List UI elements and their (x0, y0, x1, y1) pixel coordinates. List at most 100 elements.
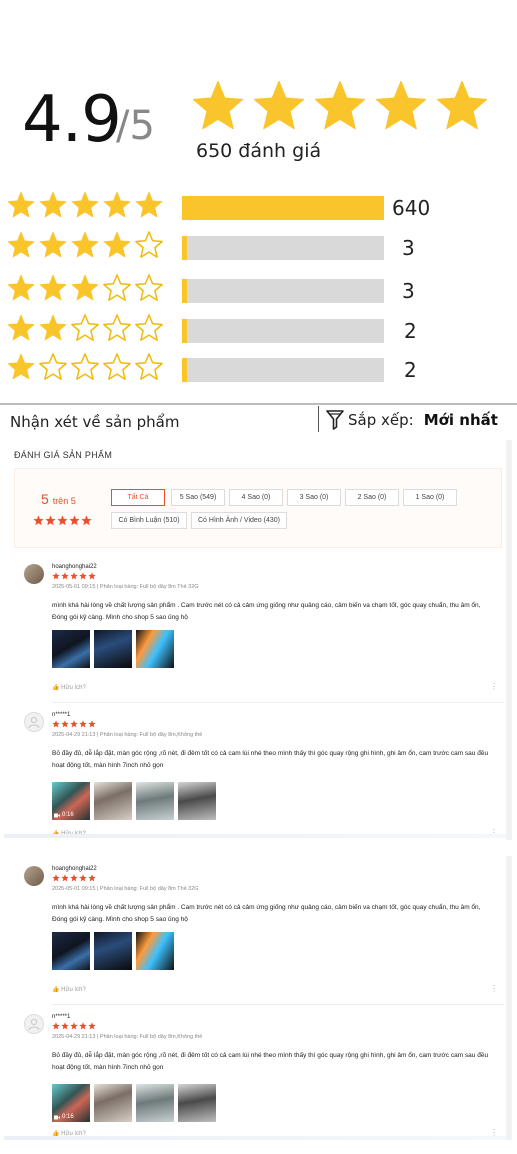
review-photo[interactable] (94, 782, 132, 820)
review-meta: 2025-04-29 21:13 | Phân loại hàng: Full … (52, 732, 203, 738)
review-text: mình khá hài lòng về chất lượng sản phẩm… (52, 904, 481, 923)
star-filled-icon (69, 515, 80, 526)
star-filled-icon (436, 80, 488, 130)
star-filled-icon (61, 720, 69, 728)
distribution-bar-fill (182, 279, 187, 303)
screenshot-edge (506, 856, 512, 1140)
star-empty-icon (135, 274, 163, 301)
star-empty-icon (135, 353, 163, 380)
star-filled-icon (71, 191, 99, 218)
star-filled-icon (79, 874, 87, 882)
review-item: n*****1 2025-04-29 21:13 | Phân loại hàn… (14, 1014, 504, 1140)
star-filled-icon (39, 314, 67, 341)
review-media: 0:16 (52, 782, 216, 820)
filter-with-comment[interactable]: Có Bình Luận (510) (111, 512, 187, 529)
reviewer-name: n*****1 (52, 712, 71, 718)
star-filled-icon (45, 515, 56, 526)
star-filled-icon (7, 231, 35, 258)
review-meta: 2025-05-01 09:15 | Phân loại hàng: Full … (52, 886, 199, 892)
section-divider (0, 403, 517, 405)
star-filled-icon (70, 720, 78, 728)
row-stars (6, 273, 164, 303)
review-photo[interactable] (52, 630, 90, 668)
more-options-icon[interactable]: ⋮ (490, 984, 498, 993)
star-filled-icon (52, 720, 60, 728)
star-filled-icon (39, 191, 67, 218)
panel-score-suffix: trên 5 (52, 496, 76, 506)
review-media (52, 630, 174, 668)
sort-value[interactable]: Mới nhất (424, 411, 498, 429)
star-filled-icon (52, 874, 60, 882)
panel-score: 5 trên 5 (41, 491, 76, 507)
filter-box: 5 trên 5 Tất Cả 5 Sao (549) 4 Sao (0) 3 … (14, 468, 502, 548)
review-photo[interactable] (136, 630, 174, 668)
distribution-bar-fill (182, 196, 384, 220)
review-photo[interactable] (136, 782, 174, 820)
star-empty-icon (71, 314, 99, 341)
helpful-label: Hữu ích? (61, 685, 86, 691)
review-text: Bỏ đầy đủ, dễ lắp đặt, màn góc rộng ,rõ … (52, 1052, 489, 1071)
distribution-bar (182, 279, 384, 303)
breakdown-row-4[interactable]: 3 (6, 228, 446, 262)
distribution-bar-fill (182, 319, 187, 343)
star-filled-icon (81, 515, 92, 526)
filter-5-star[interactable]: 5 Sao (549) (171, 489, 225, 506)
star-filled-icon (7, 353, 35, 380)
breakdown-row-5[interactable]: 640 (6, 188, 446, 222)
more-options-icon[interactable]: ⋮ (490, 682, 498, 691)
helpful-button[interactable]: 👍 Hữu ích? (52, 684, 86, 691)
row-count: 2 (404, 319, 417, 343)
review-photo[interactable] (94, 630, 132, 668)
review-photo[interactable] (94, 932, 132, 970)
filter-all[interactable]: Tất Cả (111, 489, 165, 506)
video-duration: 0:16 (54, 812, 74, 818)
star-filled-icon (71, 274, 99, 301)
breakdown-row-3[interactable]: 3 (6, 271, 446, 305)
breakdown-row-1[interactable]: 2 (6, 350, 446, 384)
star-filled-icon (61, 572, 69, 580)
reviewer-name: hoanghonghai22 (52, 564, 97, 570)
review-stars (52, 874, 96, 882)
review-meta: 2025-04-29 21:13 | Phân loại hàng: Full … (52, 1034, 203, 1040)
distribution-bar (182, 319, 384, 343)
filter-4-star[interactable]: 4 Sao (0) (229, 489, 283, 506)
review-item: hoanghonghai22 2025-05-01 09:15 | Phân l… (14, 564, 504, 704)
review-photo[interactable] (94, 1084, 132, 1122)
sort-label: Sắp xếp: (348, 411, 414, 429)
row-count: 3 (402, 279, 415, 303)
review-photo[interactable] (52, 932, 90, 970)
review-meta: 2025-05-01 09:15 | Phân loại hàng: Full … (52, 584, 199, 590)
review-video[interactable]: 0:16 (52, 1084, 90, 1122)
breakdown-row-2[interactable]: 2 (6, 311, 446, 345)
review-video[interactable]: 0:16 (52, 782, 90, 820)
review-divider (52, 702, 504, 703)
panel-score-value: 5 (41, 491, 49, 507)
filter-with-media[interactable]: Có Hình Ảnh / Video (430) (191, 512, 287, 529)
total-reviews: 650 đánh giá (196, 140, 322, 162)
filter-1-star[interactable]: 1 Sao (0) (403, 489, 457, 506)
row-count: 640 (392, 196, 431, 220)
filter-3-star[interactable]: 3 Sao (0) (287, 489, 341, 506)
screenshot-seam (4, 834, 512, 838)
panel-title: ĐÁNH GIÁ SẢN PHẨM (14, 450, 113, 460)
star-filled-icon (7, 314, 35, 341)
user-silhouette-icon (28, 716, 40, 728)
distribution-bar (182, 358, 384, 382)
sort-control[interactable]: Sắp xếp: Mới nhất (326, 410, 498, 430)
star-filled-icon (103, 231, 131, 258)
helpful-button[interactable]: 👍 Hữu ích? (52, 986, 86, 993)
video-camera-icon (54, 813, 60, 817)
filter-2-star[interactable]: 2 Sao (0) (345, 489, 399, 506)
user-silhouette-icon (28, 1018, 40, 1030)
review-photo[interactable] (136, 1084, 174, 1122)
review-photo[interactable] (178, 1084, 216, 1122)
star-filled-icon (79, 720, 87, 728)
review-stars (52, 572, 96, 580)
review-photo[interactable] (136, 932, 174, 970)
review-media: 0:16 (52, 1084, 216, 1122)
distribution-bar-fill (182, 358, 187, 382)
review-media (52, 932, 174, 970)
helpful-label: Hữu ích? (61, 987, 86, 993)
review-photo[interactable] (178, 782, 216, 820)
star-empty-icon (135, 231, 163, 258)
